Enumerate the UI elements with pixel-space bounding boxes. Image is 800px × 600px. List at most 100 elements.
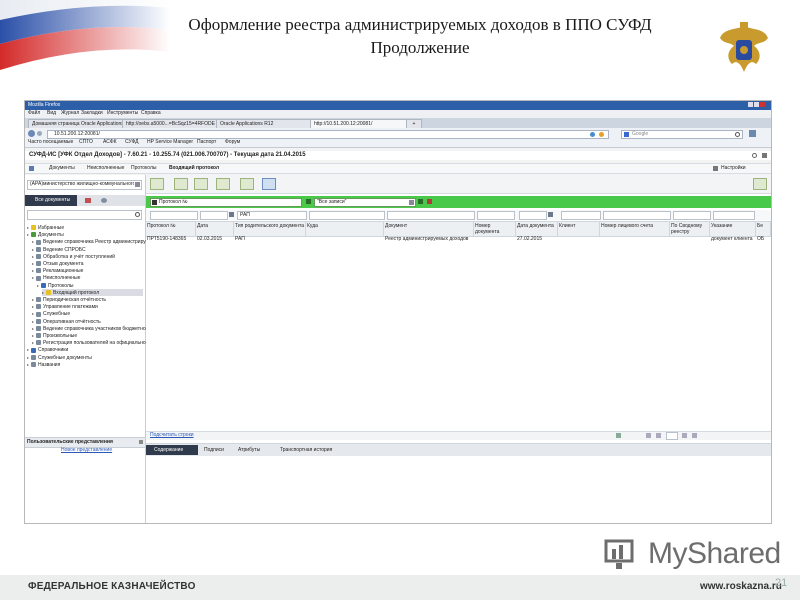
filter-summary-register[interactable] xyxy=(673,211,711,220)
tree-item[interactable]: ▸ Ведение справочника Реестр администриру… xyxy=(32,238,158,245)
new-tab-button[interactable]: + xyxy=(406,119,422,128)
menu-item-history[interactable]: Журнал xyxy=(61,110,79,117)
first-page-icon[interactable] xyxy=(646,433,651,438)
clear-filter-icon[interactable] xyxy=(427,199,432,204)
search-icon[interactable] xyxy=(735,132,740,137)
tab-transport-history[interactable]: Транспортная история xyxy=(272,446,332,454)
menu-item-file[interactable]: Файл xyxy=(28,110,40,117)
settings-icon[interactable] xyxy=(713,166,718,171)
tab-all-documents[interactable]: Все документы xyxy=(25,195,77,206)
bookmark-sufd[interactable]: СУФД xyxy=(125,139,138,146)
address-bar[interactable]: 10.51.200.12:20081/ xyxy=(47,130,609,139)
tab-sufd-active[interactable]: http://10.51.200.12:20081/ xyxy=(310,119,408,128)
last-page-icon[interactable] xyxy=(692,433,697,438)
tree-item[interactable]: ▸ Оперативная отчётность xyxy=(32,318,143,325)
close-icon[interactable] xyxy=(760,102,765,107)
column-header[interactable]: Клиент xyxy=(558,222,600,237)
column-header[interactable]: Указание xyxy=(710,222,756,237)
column-header[interactable]: Номер документа xyxy=(474,222,516,237)
bookmark-asfk[interactable]: АСФК xyxy=(103,139,117,146)
funnel-icon[interactable] xyxy=(306,199,311,204)
column-header[interactable]: Тип родительского документа xyxy=(234,222,306,237)
tree-item[interactable]: ▸ Рекламационные xyxy=(32,267,143,274)
tab-signatures[interactable]: Подписи xyxy=(196,446,224,454)
gear-icon[interactable] xyxy=(101,198,107,203)
tree-item[interactable]: ▸ Избранные xyxy=(27,224,143,231)
window-controls[interactable] xyxy=(748,102,768,108)
document-type-select[interactable]: Протокол № xyxy=(150,198,302,207)
close-icon[interactable] xyxy=(139,440,143,444)
tab-contents[interactable]: Содержание xyxy=(146,445,198,455)
breadcrumb-protocols[interactable]: Протоколы xyxy=(131,165,157,172)
tree-item[interactable]: ▸ Произвольные xyxy=(32,332,143,339)
tab-oebs[interactable]: http://oebs.a5000...=BcSqz15=4RFODE xyxy=(122,119,218,128)
refresh-button[interactable] xyxy=(262,178,276,190)
column-header[interactable]: Протокол № xyxy=(146,222,196,237)
menu-item-view[interactable]: Вид xyxy=(47,110,56,117)
export-document-button[interactable] xyxy=(240,178,254,190)
filter-protocol-number[interactable] xyxy=(150,211,198,220)
filter-destination[interactable] xyxy=(309,211,385,220)
count-rows-link[interactable]: Подсчитать строки xyxy=(150,432,194,439)
tree-item[interactable]: ▸ Неисполненные xyxy=(32,274,143,281)
tab-attributes[interactable]: Атрибуты xyxy=(230,446,260,454)
chevron-down-icon[interactable] xyxy=(409,200,414,205)
bookmark-spto[interactable]: СПТО xyxy=(79,139,93,146)
filter-date[interactable] xyxy=(200,211,228,220)
create-document-button[interactable] xyxy=(150,178,164,190)
record-filter-select[interactable]: "Все записи" xyxy=(314,198,416,207)
search-input[interactable]: Google xyxy=(621,130,743,139)
forward-arrow-icon[interactable] xyxy=(37,131,42,136)
minimize-icon[interactable] xyxy=(748,102,753,107)
tree-item[interactable]: ▸ Управление платежами xyxy=(32,303,143,310)
table-row[interactable]: ПРТ5190-148365 02.03.2015 РАП Реестр админи… xyxy=(146,236,771,243)
bookmark-forum[interactable]: Форум xyxy=(225,139,240,146)
print-document-button[interactable] xyxy=(216,178,230,190)
filter-parent-doc-type[interactable]: РАП xyxy=(237,211,307,220)
search-icon[interactable] xyxy=(135,212,140,217)
filter-document-number[interactable] xyxy=(477,211,515,220)
column-header[interactable]: Номер лицевого счета xyxy=(600,222,670,237)
pencil-icon[interactable] xyxy=(85,198,91,203)
bookmark-passport[interactable]: Паспорт xyxy=(197,139,216,146)
apply-filter-icon[interactable] xyxy=(418,199,423,204)
export-icon[interactable] xyxy=(616,433,621,438)
filter-instruction[interactable] xyxy=(713,211,755,220)
column-header[interactable]: Дата xyxy=(196,222,234,237)
organization-field[interactable]: (АРА)министерство жилищно-коммунального … xyxy=(27,180,142,190)
menu-item-help[interactable]: Справка xyxy=(141,110,161,117)
home-icon[interactable] xyxy=(29,166,34,171)
filter-client[interactable] xyxy=(561,211,601,220)
tree-item[interactable]: ▸ Служебные xyxy=(32,310,143,317)
tree-item[interactable]: ▸ Периодическая отчётность xyxy=(32,296,143,303)
page-number-input[interactable] xyxy=(666,432,678,440)
tree-item[interactable]: ▸ Служебные документы xyxy=(27,354,143,361)
column-header[interactable]: Кудa xyxy=(306,222,384,237)
tree-item[interactable]: ▸ Названия xyxy=(27,361,143,368)
calendar-icon[interactable] xyxy=(229,212,234,217)
breadcrumb-documents[interactable]: Документы xyxy=(49,165,75,172)
reload-icon[interactable] xyxy=(590,132,595,137)
tree-item[interactable]: ▸ Входящий протокол xyxy=(42,288,143,296)
new-view-link[interactable]: Новое представление xyxy=(61,447,112,454)
tree-item[interactable]: ▸ Ведение СПРОБС xyxy=(32,246,143,253)
settings-link[interactable]: Настройки xyxy=(721,165,746,172)
filter-account-number[interactable] xyxy=(603,211,671,220)
column-header[interactable]: Документ xyxy=(384,222,474,237)
menu-item-bookmarks[interactable]: Закладки xyxy=(81,110,103,117)
edit-document-button[interactable] xyxy=(194,178,208,190)
maximize-icon[interactable] xyxy=(754,102,759,107)
chevron-down-icon[interactable] xyxy=(135,182,140,187)
home-icon[interactable] xyxy=(749,130,756,137)
tree-item[interactable]: ▸ Документы xyxy=(27,231,143,238)
column-header[interactable]: Бе xyxy=(756,222,771,237)
tree-item[interactable]: ▸ Отзыв документа xyxy=(32,260,143,267)
column-header[interactable]: Дата документа xyxy=(516,222,558,237)
tab-oracle-r12[interactable]: Oracle Applications R12 xyxy=(216,119,312,128)
previous-page-icon[interactable] xyxy=(656,433,661,438)
bookmark-hp-service-manager[interactable]: HP Service Manager xyxy=(147,139,193,146)
column-header[interactable]: По Сводному реестру xyxy=(670,222,710,237)
tab-oracle-home[interactable]: Домашняя страница Oracle Applications xyxy=(28,119,124,128)
help-icon[interactable] xyxy=(752,153,757,158)
breadcrumb-incoming-protocol[interactable]: Входящий протокол xyxy=(169,165,219,172)
